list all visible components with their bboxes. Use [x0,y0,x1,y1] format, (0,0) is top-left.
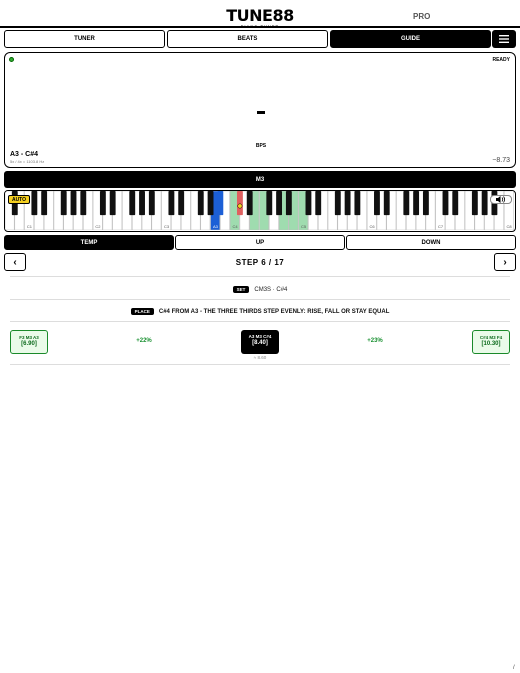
black-key[interactable] [422,191,429,216]
black-key[interactable] [276,191,283,216]
black-key[interactable] [481,191,488,216]
divider [10,299,510,300]
mode-down[interactable]: DOWN [346,235,516,250]
chevron-right-icon: › [503,256,507,268]
partial-detail: 5x / 4x = 1103.8 Hz [10,159,45,164]
key-label: C4 [232,224,238,229]
black-key[interactable] [99,191,106,216]
tab-tuner[interactable]: TUNER [4,30,165,48]
black-key[interactable] [285,191,292,216]
black-key[interactable] [148,191,155,216]
key-label: C1 [27,224,33,229]
divider [10,364,510,365]
black-key[interactable] [315,191,322,216]
key-label: C7 [438,224,444,229]
divider [10,321,510,322]
place-instruction: PLACE C#4 FROM A3 - THE THREE THIRDS STE… [0,308,520,315]
status-dot-icon [9,57,14,62]
black-key[interactable] [168,191,175,216]
pro-badge: PRO [413,12,431,21]
black-key[interactable] [31,191,38,216]
place-text: C#4 FROM A3 - THE THREE THIRDS STEP EVEN… [158,308,390,315]
corner-mark: / [513,665,515,671]
ratio-left: +22% [136,338,152,344]
reference-third-right[interactable]: C#4 M3 F4 [10.30] [472,330,510,354]
step-indicator: STEP 6 / 17 [235,258,285,267]
black-key[interactable] [60,191,67,216]
mode-up[interactable]: UP [175,235,345,250]
interval-bar[interactable]: M3 [4,171,516,188]
black-key[interactable] [442,191,449,216]
black-key[interactable] [139,191,145,216]
key-marker-dot [237,203,243,209]
black-key[interactable] [374,191,380,216]
auto-button[interactable]: AUTO [8,195,30,204]
third-label: C#4 M3 F4 [479,335,503,340]
tab-guide[interactable]: GUIDE [330,30,491,48]
black-key[interactable] [266,191,273,216]
black-key[interactable] [129,191,136,216]
key-label: C8 [507,224,513,229]
black-key[interactable] [80,191,87,216]
key-label: C2 [95,224,101,229]
black-key[interactable] [41,191,48,216]
black-key[interactable] [217,191,224,216]
sound-button[interactable] [490,195,512,204]
logo-text: TUNE88 [226,6,294,25]
black-key[interactable] [403,191,410,216]
header-divider [0,26,520,28]
target-third[interactable]: A3 M3 C#4 [8.40] [241,330,279,354]
black-key[interactable] [109,191,116,216]
black-key[interactable] [354,191,361,216]
next-step-button[interactable]: › [494,253,516,271]
unit-label: BPS [255,143,267,149]
divider [10,276,510,277]
reading-panel: READY – BPS A3 - C#4 5x / 4x = 1103.8 Hz… [4,52,516,168]
third-value: [10.30] [481,341,501,347]
key-label: C5 [301,224,307,229]
black-key[interactable] [344,191,351,216]
mode-temp[interactable]: TEMP [4,235,174,250]
key-label: A3 [213,224,219,229]
black-key[interactable] [413,191,420,216]
black-key[interactable] [178,191,185,216]
ratio-right: +23% [367,338,383,344]
third-label: A3 M3 C#4 [248,334,272,339]
third-label: F3 M3 A3 [19,335,39,340]
set-text: CM3S · C#4 [254,286,288,293]
status-text: READY [492,57,510,63]
black-key[interactable] [334,191,341,216]
tab-beats[interactable]: BEATS [167,30,328,48]
target-estimate: ≈ 8.60 [253,355,267,360]
reference-third-left[interactable]: F3 M3 A3 [6.90] [10,330,48,354]
black-key[interactable] [383,191,390,216]
black-key[interactable] [197,191,204,216]
black-key[interactable] [236,191,243,216]
keyboard-svg: C1 C2 C3 A3 C4 C5 C6 C7 C8 [5,191,514,231]
place-chip: PLACE [130,308,154,315]
key-label: C3 [164,224,170,229]
piano-keyboard[interactable]: C1 C2 C3 A3 C4 C5 C6 C7 C8 [4,190,516,232]
third-value: [8.40] [252,340,268,346]
key-label: C6 [370,224,376,229]
black-key[interactable] [70,191,77,216]
speaker-icon [496,196,506,203]
black-key[interactable] [452,191,459,216]
third-value: [6.90] [21,341,37,347]
set-chip: SET [232,286,250,293]
black-key[interactable] [246,191,253,216]
black-key[interactable] [471,191,478,216]
set-instruction: SET CM3S · C#4 [0,286,520,293]
black-key[interactable] [207,191,214,216]
reading-value: – [257,111,265,114]
target-bps: −8.73 [492,157,510,164]
black-key[interactable] [305,191,312,216]
interval-name: A3 - C#4 [10,151,39,158]
menu-button[interactable] [492,30,516,48]
hamburger-icon [499,35,509,43]
